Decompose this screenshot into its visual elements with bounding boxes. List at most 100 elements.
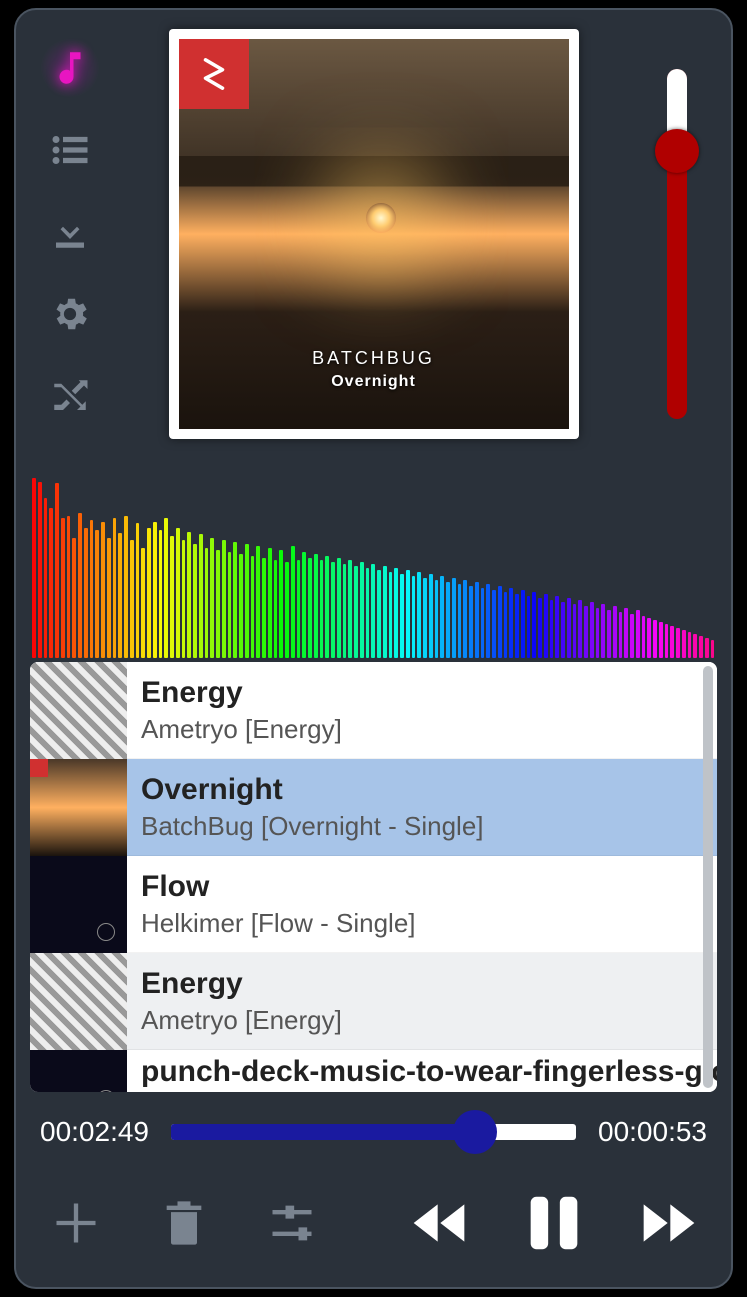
visualizer-bar bbox=[354, 566, 358, 658]
visualizer-bar bbox=[532, 592, 536, 658]
visualizer-bar bbox=[279, 550, 283, 658]
visualizer-bar bbox=[343, 564, 347, 658]
playlist: EnergyAmetryo [Energy]OvernightBatchBug … bbox=[30, 662, 717, 1092]
visualizer-bar bbox=[199, 534, 203, 658]
visualizer-bar bbox=[371, 564, 375, 658]
previous-button[interactable] bbox=[411, 1191, 475, 1255]
visualizer-bar bbox=[550, 600, 554, 658]
visualizer-bar bbox=[584, 606, 588, 658]
visualizer-bar bbox=[348, 560, 352, 658]
visualizer-bar bbox=[256, 546, 260, 658]
progress-thumb[interactable] bbox=[453, 1110, 497, 1154]
settings-button[interactable] bbox=[40, 284, 100, 344]
visualizer-bar bbox=[383, 566, 387, 658]
visualizer-bar bbox=[84, 528, 88, 658]
visualizer-bar bbox=[101, 522, 105, 658]
visualizer-bar bbox=[475, 582, 479, 658]
visualizer-bar bbox=[55, 483, 59, 658]
sliders-icon bbox=[266, 1197, 318, 1249]
visualizer-bar bbox=[308, 558, 312, 658]
visualizer-bar bbox=[377, 570, 381, 658]
visualizer-bar bbox=[210, 538, 214, 658]
visualizer-bar bbox=[653, 620, 657, 658]
visualizer-bar bbox=[187, 532, 191, 658]
visualizer-bar bbox=[118, 533, 122, 658]
controls-row bbox=[30, 1188, 717, 1258]
visualizer-bar bbox=[331, 562, 335, 658]
volume-column bbox=[637, 24, 717, 444]
visualizer-bar bbox=[665, 624, 669, 658]
visualizer-bar bbox=[417, 572, 421, 658]
visualizer-bar bbox=[394, 568, 398, 658]
playlist-button[interactable] bbox=[40, 120, 100, 180]
visualizer-bar bbox=[406, 570, 410, 658]
playlist-thumb bbox=[30, 953, 127, 1050]
visualizer-bar bbox=[659, 622, 663, 658]
playlist-item-subtitle: Helkimer [Flow - Single] bbox=[141, 908, 416, 939]
pause-button[interactable] bbox=[519, 1188, 589, 1258]
visualizer-bar bbox=[147, 528, 151, 658]
volume-slider[interactable] bbox=[667, 69, 687, 419]
playlist-thumb bbox=[30, 759, 127, 856]
music-player: BATCHBUG Overnight EnergyAmetryo [Energy… bbox=[14, 8, 733, 1289]
visualizer-bar bbox=[182, 540, 186, 658]
visualizer-bar bbox=[515, 594, 519, 658]
playlist-item[interactable]: punch-deck-music-to-wear-fingerless-glo bbox=[30, 1050, 717, 1092]
album-art-wrap: BATCHBUG Overnight bbox=[128, 24, 619, 444]
visualizer-bar bbox=[693, 634, 697, 658]
visualizer-bar bbox=[711, 640, 715, 658]
pause-icon bbox=[519, 1188, 589, 1258]
visualizer-bar bbox=[302, 552, 306, 658]
visualizer-bar bbox=[222, 540, 226, 658]
playlist-thumb bbox=[30, 662, 127, 759]
visualizer-bar bbox=[314, 554, 318, 658]
gear-icon bbox=[49, 293, 91, 335]
playlist-item-title: punch-deck-music-to-wear-fingerless-glo bbox=[141, 1055, 717, 1089]
album-text: BATCHBUG Overnight bbox=[179, 348, 569, 391]
visualizer-bar bbox=[32, 478, 36, 658]
visualizer-bar bbox=[682, 630, 686, 658]
visualizer-bar bbox=[636, 610, 640, 658]
spectrum-visualizer bbox=[30, 458, 717, 658]
album-badge-icon bbox=[179, 39, 249, 109]
visualizer-bar bbox=[555, 596, 559, 658]
visualizer-bar bbox=[153, 522, 157, 658]
playlist-item-title: Flow bbox=[141, 870, 416, 904]
visualizer-bar bbox=[136, 523, 140, 658]
delete-button[interactable] bbox=[158, 1197, 210, 1249]
visualizer-bar bbox=[688, 632, 692, 658]
visualizer-bar bbox=[429, 574, 433, 658]
next-button[interactable] bbox=[633, 1191, 697, 1255]
now-playing-button[interactable] bbox=[40, 38, 100, 98]
visualizer-bar bbox=[90, 520, 94, 658]
playlist-item[interactable]: Flow Helkimer [Flow - Single] bbox=[30, 856, 717, 953]
playlist-item[interactable]: EnergyAmetryo [Energy] bbox=[30, 662, 717, 759]
playlist-item[interactable]: OvernightBatchBug [Overnight - Single] bbox=[30, 759, 717, 856]
visualizer-bar bbox=[446, 582, 450, 658]
add-button[interactable] bbox=[50, 1197, 102, 1249]
visualizer-bar bbox=[561, 602, 565, 658]
visualizer-bar bbox=[544, 594, 548, 658]
playlist-item[interactable]: EnergyAmetryo [Energy] bbox=[30, 953, 717, 1050]
visualizer-bar bbox=[601, 604, 605, 658]
visualizer-bar bbox=[452, 578, 456, 658]
visualizer-bar bbox=[389, 572, 393, 658]
download-button[interactable] bbox=[40, 202, 100, 262]
album-art[interactable]: BATCHBUG Overnight bbox=[169, 29, 579, 439]
shuffle-button[interactable] bbox=[40, 366, 100, 426]
visualizer-bar bbox=[440, 576, 444, 658]
visualizer-bar bbox=[337, 558, 341, 658]
visualizer-bar bbox=[412, 576, 416, 658]
progress-slider[interactable] bbox=[171, 1124, 576, 1140]
visualizer-bar bbox=[297, 560, 301, 658]
visualizer-bar bbox=[176, 528, 180, 658]
equalizer-button[interactable] bbox=[266, 1197, 318, 1249]
playlist-item-title: Overnight bbox=[141, 773, 484, 807]
playlist-item-title: Energy bbox=[141, 676, 342, 710]
visualizer-bar bbox=[469, 586, 473, 658]
volume-thumb[interactable] bbox=[655, 129, 699, 173]
visualizer-bar bbox=[619, 612, 623, 658]
playlist-scrollbar[interactable] bbox=[703, 666, 713, 1088]
visualizer-bar bbox=[521, 590, 525, 658]
visualizer-bar bbox=[527, 596, 531, 658]
